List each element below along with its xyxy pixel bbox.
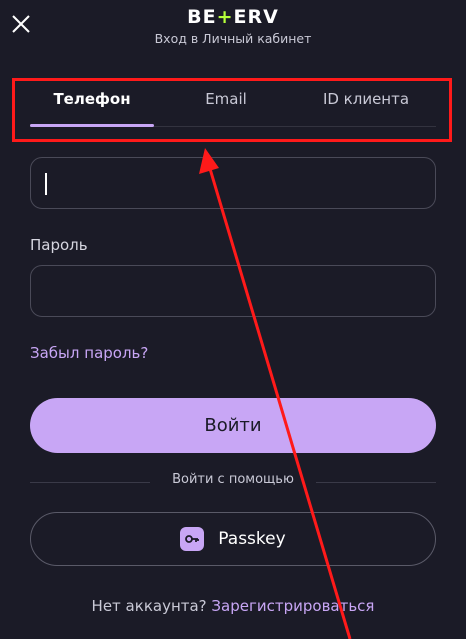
no-account-text: Нет аккаунта?	[91, 597, 207, 615]
phone-input[interactable]	[30, 157, 436, 209]
divider-text: Войти с помощью	[0, 472, 466, 487]
passkey-label: Passkey	[218, 529, 286, 549]
forgot-password-link[interactable]: Забыл пароль?	[30, 344, 148, 362]
key-icon	[180, 527, 205, 551]
register-prompt: Нет аккаунта? Зарегистрироваться	[0, 597, 466, 615]
tab-email-label: Email	[205, 90, 247, 108]
tab-client-id-label: ID клиента	[322, 90, 410, 108]
tab-phone[interactable]: Телефон	[30, 88, 154, 127]
brand-logo: BE+ERV	[187, 6, 279, 28]
tab-phone-label: Телефон	[53, 90, 131, 108]
page-subtitle: Вход в Личный кабинет	[154, 31, 312, 46]
password-label: Пароль	[30, 236, 88, 254]
register-link[interactable]: Зарегистрироваться	[211, 597, 374, 615]
tab-client-id[interactable]: ID клиента	[296, 88, 436, 126]
login-method-tabs: Телефон Email ID клиента	[30, 88, 436, 127]
tab-email[interactable]: Email	[164, 88, 288, 126]
text-caret	[45, 173, 47, 195]
passkey-button[interactable]: Passkey	[30, 512, 436, 566]
active-tab-indicator	[30, 124, 154, 127]
login-button[interactable]: Войти	[30, 398, 436, 453]
password-input[interactable]	[30, 265, 436, 317]
